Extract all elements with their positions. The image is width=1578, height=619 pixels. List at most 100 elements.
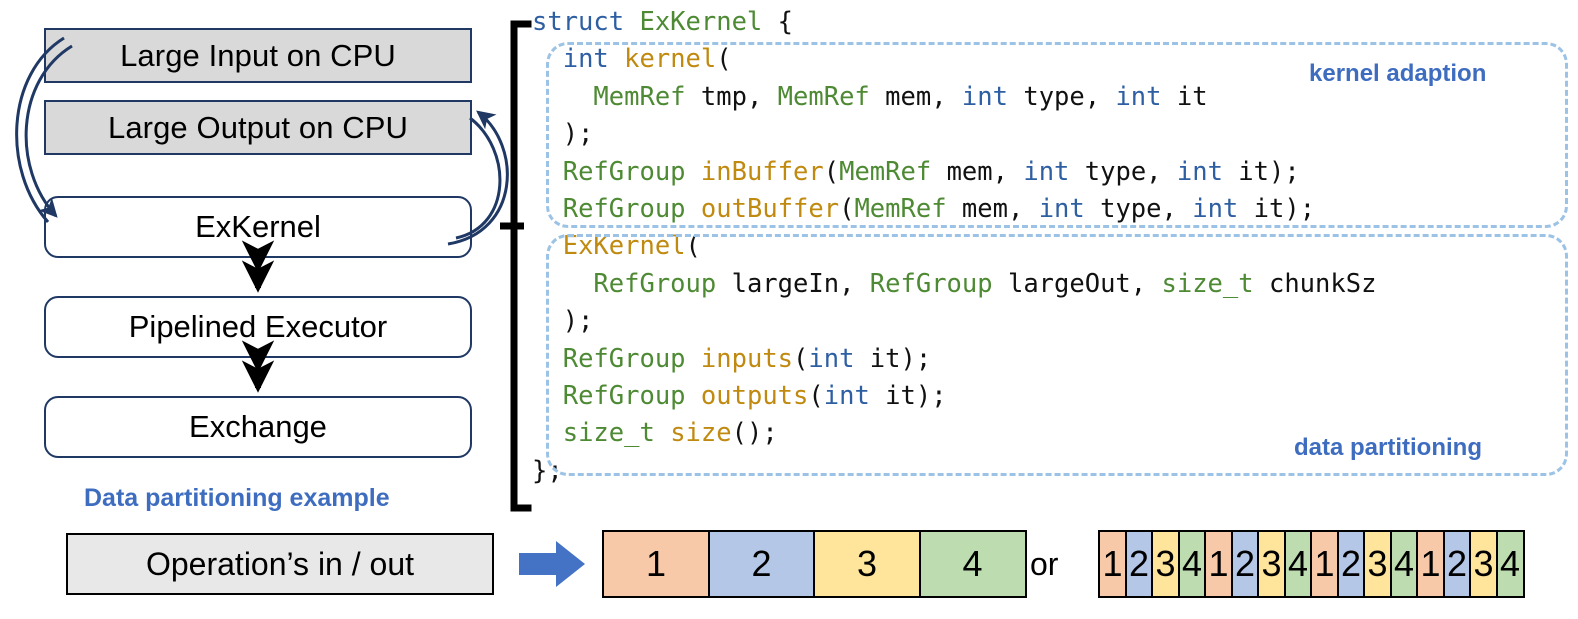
- code-token: (: [685, 231, 701, 262]
- fine-partition-row: 1234123412341234: [1098, 530, 1525, 598]
- code-token: it: [1161, 81, 1208, 112]
- box-exkernel: ExKernel: [44, 196, 472, 258]
- operation-in-out-box: Operation’s in / out: [66, 533, 494, 595]
- partition-cell: 3: [1151, 530, 1180, 598]
- partition-cell: 2: [1336, 530, 1366, 598]
- code-token: mem,: [869, 81, 962, 112]
- box-label: ExKernel: [195, 209, 321, 244]
- code-token: (: [716, 44, 732, 75]
- partition-cell: 2: [1124, 530, 1154, 598]
- code-token: int: [1176, 156, 1223, 187]
- code-line: RefGroup outputs(int it);: [532, 378, 1578, 415]
- code-token: int: [1115, 81, 1162, 112]
- code-token: largeIn,: [716, 268, 870, 299]
- code-token: int: [808, 343, 855, 374]
- partition-cell: 4: [1389, 530, 1419, 598]
- code-token: ();: [731, 418, 778, 449]
- box-label: Exchange: [189, 409, 327, 444]
- code-token: size: [670, 418, 732, 449]
- partition-cell: 3: [1469, 530, 1498, 598]
- partition-cell: 1: [1204, 530, 1233, 598]
- box-large-output-on-cpu: Large Output on CPU: [44, 100, 472, 155]
- partition-cell: 2: [1230, 530, 1260, 598]
- code-token: int: [1192, 193, 1239, 224]
- box-label: Large Input on CPU: [120, 37, 396, 73]
- partition-cell: 2: [1442, 530, 1472, 598]
- data-partitioning-example-caption: Data partitioning example: [84, 484, 390, 512]
- code-token: kernel: [624, 44, 717, 75]
- code-token: mem,: [946, 193, 1039, 224]
- code-line: RefGroup inputs(int it);: [532, 341, 1578, 378]
- code-token: MemRef: [854, 193, 947, 224]
- code-token: largeOut,: [992, 268, 1162, 299]
- partition-cell: 1: [1310, 530, 1339, 598]
- code-token: struct: [532, 7, 640, 37]
- code-token: type,: [1007, 81, 1116, 112]
- or-label: or: [1030, 546, 1059, 582]
- code-token: );: [532, 119, 594, 150]
- code-token: int: [562, 44, 625, 75]
- code-token: RefGroup: [562, 343, 686, 374]
- box-large-input-on-cpu: Large Input on CPU: [44, 28, 472, 83]
- code-token: (: [793, 343, 809, 374]
- code-token: it);: [854, 343, 932, 374]
- code-token: outBuffer: [700, 193, 840, 224]
- code-token: inBuffer: [700, 156, 824, 187]
- data-partitioning-label: data partitioning: [1294, 434, 1482, 461]
- code-token: type,: [1069, 156, 1177, 187]
- code-token: type,: [1084, 193, 1193, 224]
- code-line: );: [532, 303, 1578, 340]
- partition-cell: 4: [1283, 530, 1313, 598]
- code-token: };: [532, 455, 563, 486]
- code-line: RefGroup inBuffer(MemRef mem, int type, …: [532, 154, 1578, 191]
- code-token: RefGroup: [562, 193, 686, 224]
- coarse-partition-row: 1234: [602, 530, 1027, 598]
- code-token: mem,: [931, 156, 1024, 187]
- box-label: Large Output on CPU: [107, 109, 409, 145]
- code-token: RefGroup: [593, 268, 717, 299]
- code-token: it);: [869, 380, 947, 411]
- box-exchange: Exchange: [44, 396, 472, 458]
- code-token: MemRef: [839, 156, 932, 187]
- code-token: int: [1023, 156, 1070, 187]
- code-line: ExKernel(: [532, 228, 1578, 265]
- code-line: RefGroup outBuffer(MemRef mem, int type,…: [532, 191, 1578, 228]
- box-label: Pipelined Executor: [128, 309, 388, 344]
- code-token: size_t: [562, 418, 655, 449]
- code-token: );: [532, 306, 594, 337]
- code-token: RefGroup: [869, 268, 993, 299]
- partition-cell: 1: [602, 530, 710, 598]
- box-pipelined-executor: Pipelined Executor: [44, 296, 472, 358]
- code-token: (: [839, 193, 855, 224]
- code-token: MemRef: [593, 81, 686, 112]
- partition-cell: 2: [707, 530, 816, 598]
- code-token: chunkSz: [1253, 268, 1377, 299]
- partition-cell: 1: [1098, 530, 1127, 598]
- partition-cell: 4: [1177, 530, 1207, 598]
- blue-block-arrow-icon: [519, 541, 585, 587]
- partition-cell: 3: [813, 530, 921, 598]
- code-line: struct ExKernel {: [532, 4, 1578, 41]
- code-token: inputs: [700, 343, 794, 374]
- operation-in-out-label: Operation’s in / out: [145, 545, 414, 582]
- code-token: (: [808, 380, 824, 411]
- code-token: (: [823, 156, 840, 187]
- partition-cell: 3: [1257, 530, 1286, 598]
- code-token: int: [823, 380, 870, 411]
- code-token: RefGroup: [562, 380, 686, 411]
- code-token: {: [762, 7, 794, 37]
- code-token: size_t: [1161, 268, 1254, 299]
